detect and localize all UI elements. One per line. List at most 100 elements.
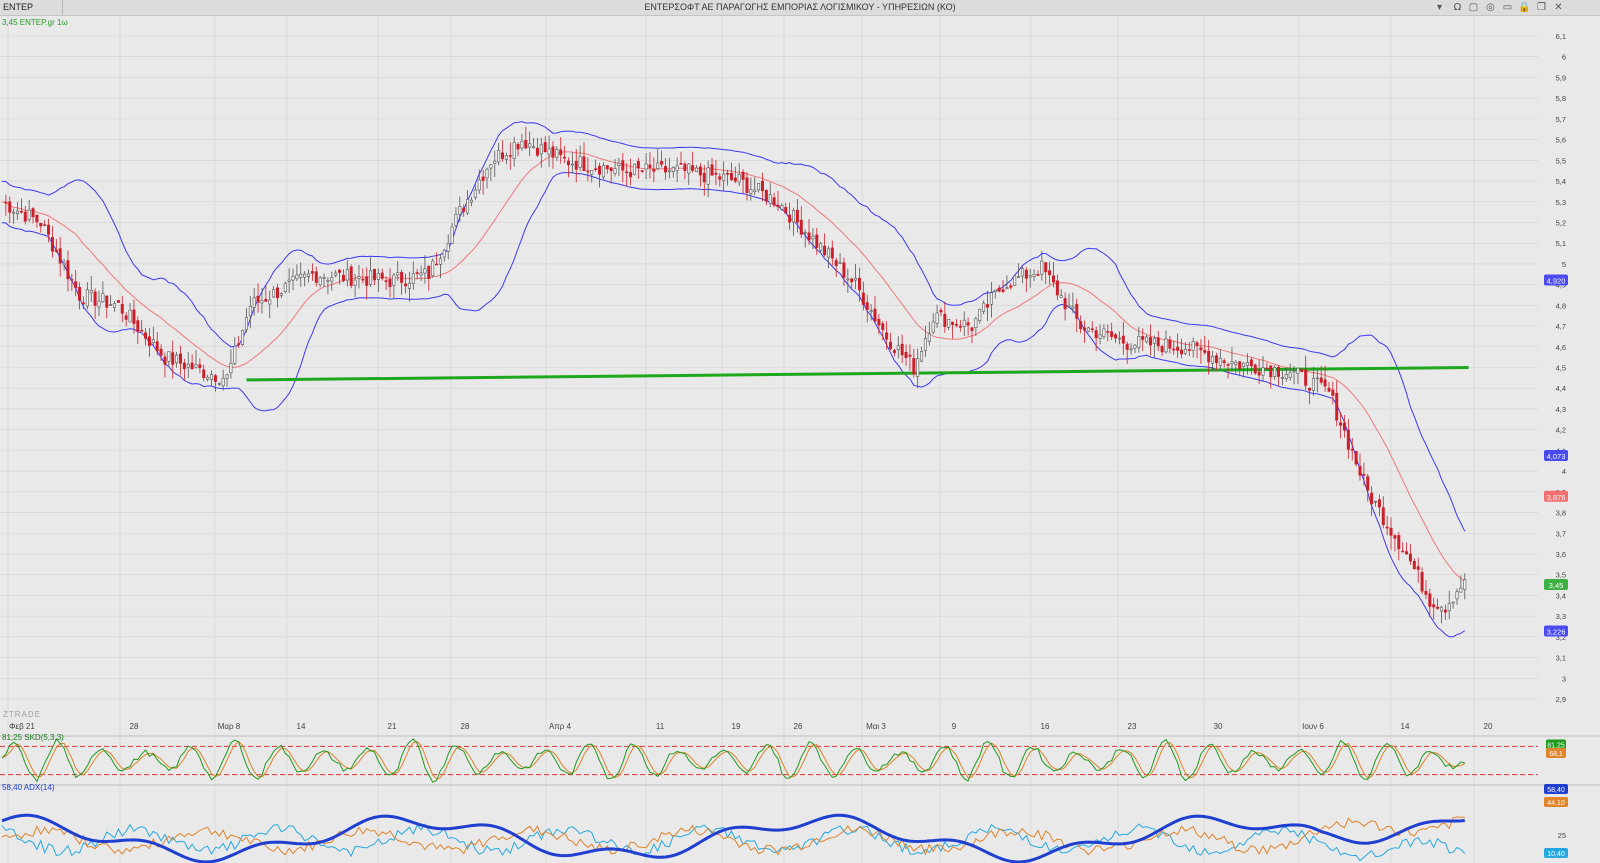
layout-icon[interactable]: ◎ <box>1484 1 1497 14</box>
candle-body <box>427 265 431 280</box>
candle-body <box>404 283 408 287</box>
candle-body <box>1199 347 1203 351</box>
candle-body <box>70 279 74 281</box>
candle-body <box>1358 465 1362 476</box>
restore-icon[interactable]: ❐ <box>1535 1 1548 14</box>
y-tick-label: 4,8 <box>1556 301 1566 310</box>
candle-body <box>865 302 869 310</box>
candle-body <box>586 170 590 173</box>
candle-body <box>198 364 202 368</box>
candle-body <box>16 210 20 215</box>
candle-body <box>594 168 598 170</box>
candle-body <box>1005 287 1009 290</box>
x-tick-label: Μαρ 8 <box>218 722 241 731</box>
candle-body <box>1040 260 1044 275</box>
candle-body <box>1280 376 1284 379</box>
candle-body <box>644 163 648 170</box>
candle-body <box>396 272 400 276</box>
candle-body <box>182 362 186 370</box>
candle-body <box>1401 550 1405 553</box>
candle-body <box>663 166 667 173</box>
candle-body <box>1172 348 1176 351</box>
candle-body <box>850 278 854 283</box>
candle-body <box>1059 295 1063 298</box>
candle-body <box>788 214 792 223</box>
candle-body <box>1424 590 1428 595</box>
candle-body <box>1102 328 1106 337</box>
y-tick-label: 5,1 <box>1556 239 1566 248</box>
candle-body <box>1160 346 1164 353</box>
candle-body <box>217 382 221 385</box>
candle-body <box>795 209 799 223</box>
candle-body <box>1044 262 1048 273</box>
candle-body <box>861 292 865 305</box>
candle-body <box>966 322 970 326</box>
candle-body <box>497 150 501 163</box>
stochastic-badge-label: 68,1 <box>1549 751 1563 758</box>
close-icon[interactable]: ✕ <box>1552 1 1565 14</box>
candle-body <box>12 211 16 214</box>
candle-body <box>811 236 815 240</box>
candle-body <box>718 176 722 180</box>
candle-body <box>819 243 823 251</box>
candle-body <box>81 302 85 305</box>
y-tick-label: 4 <box>1562 467 1566 476</box>
candle-body <box>372 268 376 281</box>
y-tick-label: 5,6 <box>1556 136 1566 145</box>
candle-body <box>904 351 908 359</box>
candle-body <box>1253 364 1257 374</box>
candle-body <box>1222 360 1226 363</box>
minimize-icon[interactable]: ▭ <box>1501 1 1514 14</box>
candle-body <box>1148 337 1152 346</box>
candle-body <box>520 140 524 149</box>
lock-icon[interactable]: 🔒 <box>1518 1 1531 14</box>
time-axis: Φεβ 21 28 Μαρ 8 14 21 28 Απρ 4 11 19 26 Μαι 3 9 16 23… <box>9 722 1493 731</box>
candle-body <box>1416 566 1420 570</box>
dropdown-icon[interactable]: ▾ <box>1433 1 1446 14</box>
price-badge-label: 3,45 <box>1549 581 1564 590</box>
candle-body <box>171 352 175 365</box>
candle-body <box>411 273 415 285</box>
price-axis: 6,165,95,85,75,65,55,45,35,25,154,94,84,… <box>1556 32 1566 704</box>
candle-body <box>178 353 182 364</box>
candle-body <box>535 147 539 156</box>
candle-body <box>1218 358 1222 366</box>
candle-body <box>1381 507 1385 526</box>
x-tick-label: 9 <box>952 722 957 731</box>
candle-body <box>1009 285 1013 288</box>
candle-body <box>388 279 392 287</box>
candle-body <box>132 309 136 324</box>
candle-body <box>757 182 761 191</box>
x-tick-label: 16 <box>1041 722 1050 731</box>
candle-body <box>838 262 842 264</box>
candle-body <box>113 303 117 308</box>
y-tick-label: 6,1 <box>1556 32 1566 41</box>
x-tick-label: Φεβ 21 <box>9 722 35 731</box>
candle-body <box>943 313 947 327</box>
candle-body <box>1137 336 1141 348</box>
candle-body <box>962 319 966 327</box>
candle-body <box>279 293 283 296</box>
candle-body <box>656 162 660 170</box>
candle-body <box>1168 339 1172 349</box>
candle-body <box>477 179 481 191</box>
candle-body <box>1129 348 1133 351</box>
candle-body <box>609 167 613 171</box>
candle-body <box>1315 377 1319 380</box>
candle-body <box>361 278 365 281</box>
candle-body <box>1346 429 1350 450</box>
candle-body <box>1451 601 1455 604</box>
candle-body <box>629 172 633 178</box>
omega-icon[interactable]: Ω <box>1451 1 1464 14</box>
candle-body <box>1238 361 1242 369</box>
window-icon[interactable]: ▢ <box>1467 1 1480 14</box>
chart-area[interactable]: 6,165,95,85,75,65,55,45,35,25,154,94,84,… <box>0 16 1600 863</box>
adx-badge-label: 58,40 <box>1547 787 1565 794</box>
candle-body <box>1055 280 1059 296</box>
candle-body <box>1063 298 1067 310</box>
y-tick-label: 4,4 <box>1556 384 1566 393</box>
candle-body <box>1385 526 1389 529</box>
candle-body <box>826 248 830 258</box>
candle-body <box>563 156 567 159</box>
candle-body <box>508 155 512 157</box>
